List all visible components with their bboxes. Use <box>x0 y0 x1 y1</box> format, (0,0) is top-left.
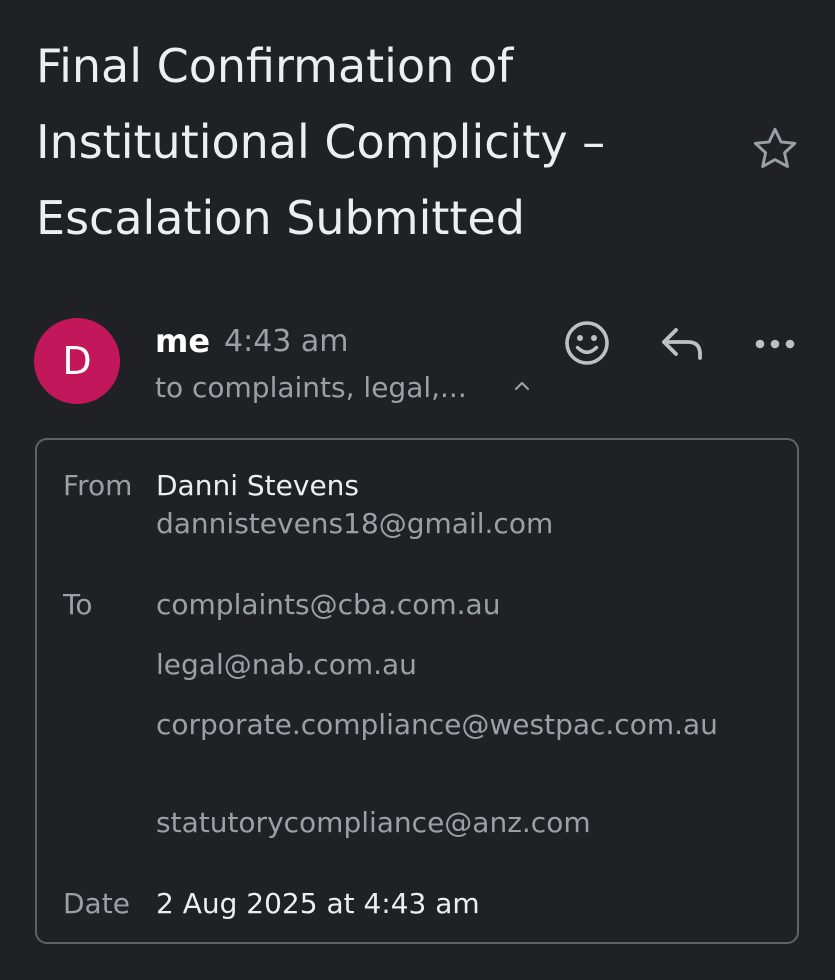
reply-button[interactable] <box>656 318 708 368</box>
from-email[interactable]: dannistevens18@gmail.com <box>156 504 756 544</box>
sender-name: me <box>155 322 211 360</box>
from-name: Danni Stevens <box>156 469 359 502</box>
emoji-icon <box>565 321 609 365</box>
email-subject: Final Confirmation of Institutional Comp… <box>36 39 606 245</box>
star-icon[interactable] <box>750 124 800 174</box>
date-label: Date <box>63 887 130 920</box>
avatar[interactable]: D <box>34 318 120 404</box>
from-label: From <box>63 469 133 502</box>
email-details-card: From Danni Stevens dannistevens18@gmail.… <box>35 438 799 944</box>
more-options-button[interactable] <box>750 324 800 364</box>
email-time: 4:43 am <box>224 324 349 359</box>
to-recipient[interactable]: complaints@cba.com.au <box>156 585 756 625</box>
to-recipient[interactable]: legal@nab.com.au <box>156 645 756 685</box>
recipients-summary[interactable]: to complaints, legal,... <box>155 368 467 408</box>
emoji-reaction-button[interactable] <box>560 316 614 370</box>
to-label: To <box>63 588 93 621</box>
more-horizontal-icon <box>755 339 795 349</box>
reply-icon <box>662 328 702 360</box>
date-value: 2 Aug 2025 at 4:43 am <box>156 887 480 920</box>
to-recipient[interactable]: corporate.compliance@westpac.com.au <box>156 705 756 745</box>
to-recipient[interactable]: statutorycompliance@anz.com <box>156 803 756 843</box>
chevron-up-icon[interactable] <box>511 376 533 396</box>
